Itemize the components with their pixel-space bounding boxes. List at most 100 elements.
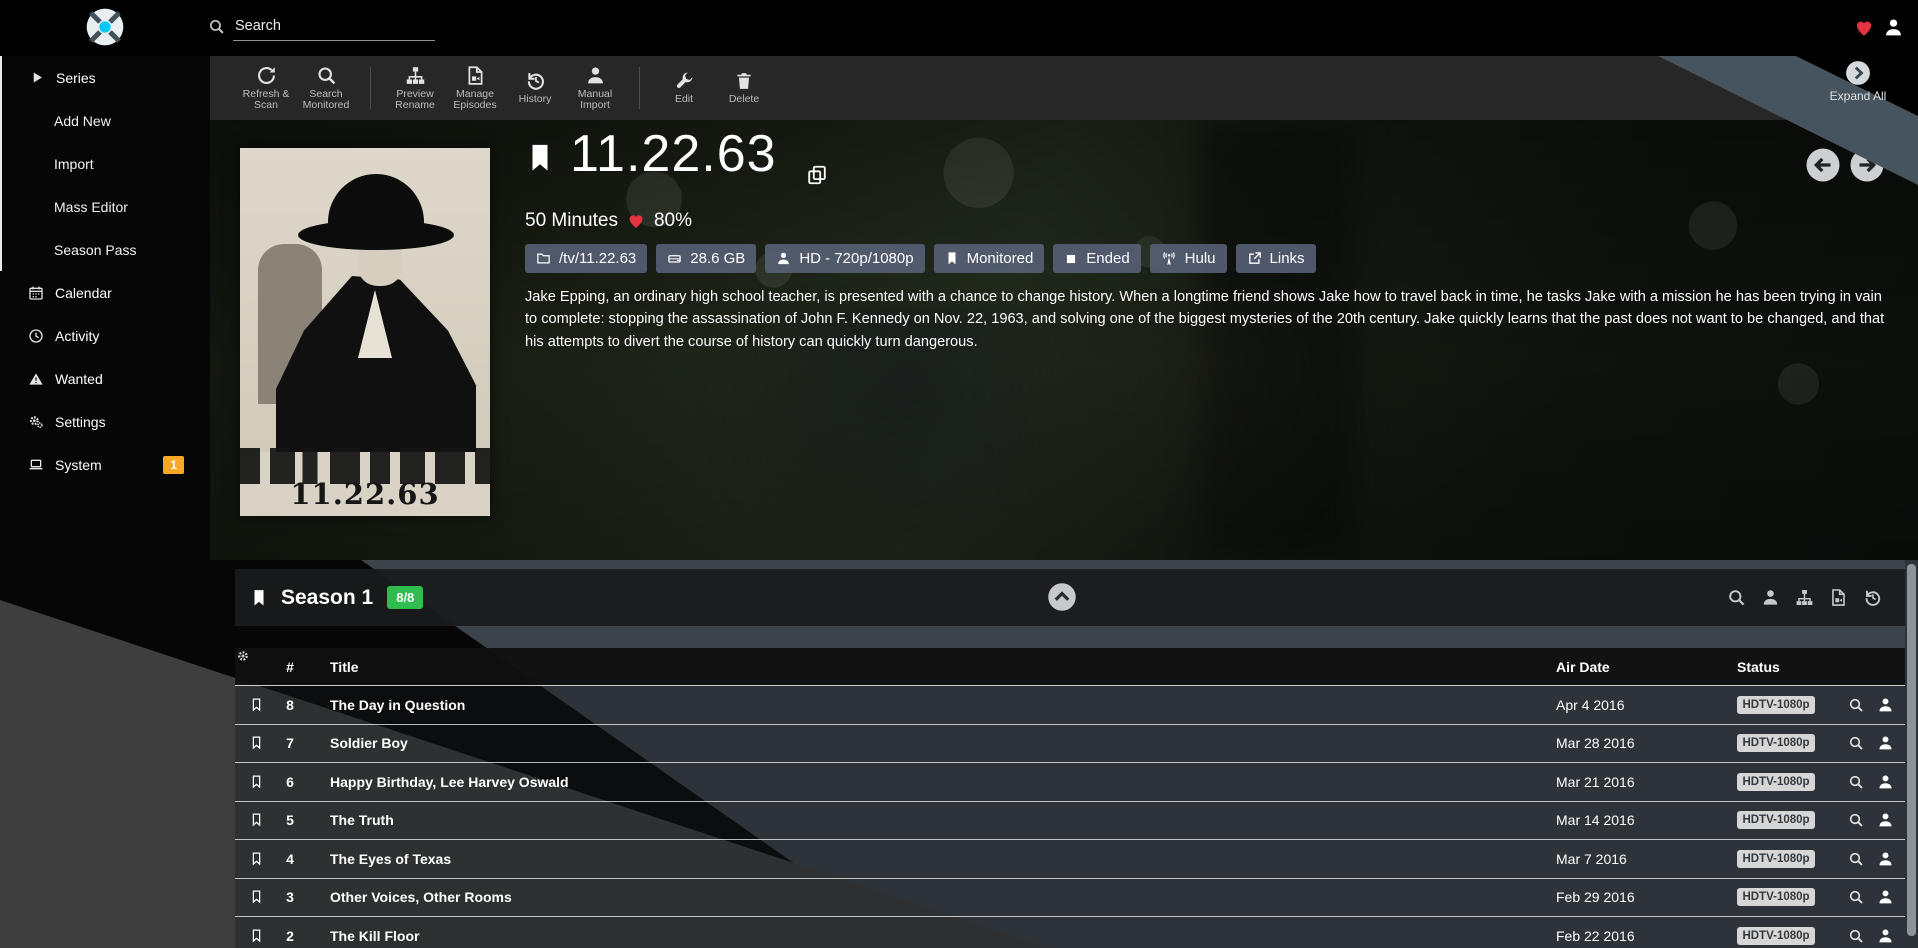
episode-title[interactable]: The Kill Floor <box>330 928 419 944</box>
episode-number: 4 <box>279 851 301 867</box>
delete-button[interactable]: Delete <box>714 71 774 106</box>
next-series-arrow[interactable] <box>1849 147 1885 183</box>
season-monitored-bookmark-icon[interactable] <box>250 586 268 610</box>
scrollbar-thumb[interactable] <box>1907 564 1916 936</box>
sidebar-item-activity[interactable]: Activity <box>0 314 210 357</box>
toolbar-button-label: Edit <box>675 94 693 106</box>
episode-interactive-search-icon[interactable] <box>1877 889 1894 906</box>
episode-title[interactable]: The Day in Question <box>330 697 465 713</box>
history-button[interactable]: History <box>505 70 565 106</box>
episode-title[interactable]: Happy Birthday, Lee Harvey Oswald <box>330 774 569 790</box>
episode-monitored-bookmark-icon[interactable] <box>249 811 264 830</box>
season-title: Season 1 <box>281 586 373 610</box>
episode-search-icon[interactable] <box>1848 735 1864 751</box>
sidebar-item-add-new[interactable]: Add New <box>2 99 210 142</box>
series-path: /tv/11.22.63 <box>559 250 636 267</box>
file-video-icon <box>465 65 486 86</box>
sidebar-item-import[interactable]: Import <box>2 142 210 185</box>
season-file-video-icon[interactable] <box>1829 588 1848 607</box>
table-row[interactable]: 4 The Eyes of Texas Mar 7 2016 HDTV-1080… <box>235 840 1918 879</box>
episode-monitored-bookmark-icon[interactable] <box>249 734 264 753</box>
season-interactive-search-icon[interactable] <box>1761 588 1780 607</box>
edit-button[interactable]: Edit <box>654 71 714 106</box>
sidebar-item-system[interactable]: System 1 <box>0 443 210 486</box>
episode-title[interactable]: The Eyes of Texas <box>330 851 451 867</box>
table-row[interactable]: 6 Happy Birthday, Lee Harvey Oswald Mar … <box>235 763 1918 802</box>
sidebar-item-season-pass[interactable]: Season Pass <box>2 228 210 271</box>
sidebar-item-wanted[interactable]: Wanted <box>0 357 210 400</box>
episode-air-date: Mar 21 2016 <box>1556 774 1635 790</box>
episode-search-icon[interactable] <box>1848 774 1864 790</box>
sidebar-item-label: Import <box>54 156 94 172</box>
episode-monitored-bookmark-icon[interactable] <box>249 849 264 868</box>
hard-drive-icon <box>667 251 682 266</box>
top-bar <box>0 0 1918 56</box>
episode-air-date: Mar 14 2016 <box>1556 812 1635 828</box>
search-input[interactable] <box>233 14 435 41</box>
episode-search-icon[interactable] <box>1848 851 1864 867</box>
column-header-status: Status <box>1737 659 1780 675</box>
links-chip[interactable]: Links <box>1236 244 1316 273</box>
system-health-badge: 1 <box>163 456 184 474</box>
episode-monitored-bookmark-icon[interactable] <box>249 772 264 791</box>
table-options-gear-icon[interactable] <box>235 648 251 664</box>
series-meta: 50 Minutes 80% <box>525 210 692 232</box>
toolbar-button-label: History <box>519 94 552 106</box>
sidebar-item-settings[interactable]: Settings <box>0 400 210 443</box>
calendar-icon <box>28 285 44 301</box>
season-rename-sitemap-icon[interactable] <box>1795 588 1814 607</box>
episode-interactive-search-icon[interactable] <box>1877 696 1894 713</box>
search-monitored-button[interactable]: Search Monitored <box>296 65 356 112</box>
episode-monitored-bookmark-icon[interactable] <box>249 888 264 907</box>
collapse-season-chevron-up-icon[interactable] <box>1047 582 1077 612</box>
sidebar-item-series[interactable]: Series <box>2 56 210 99</box>
table-row[interactable]: 7 Soldier Boy Mar 28 2016 HDTV-1080p <box>235 725 1918 764</box>
episode-title[interactable]: The Truth <box>330 812 394 828</box>
episode-number: 2 <box>279 928 301 944</box>
broadcast-tower-icon <box>1161 251 1177 267</box>
expand-all-button[interactable]: Expand All <box>1820 60 1896 103</box>
table-row[interactable]: 8 The Day in Question Apr 4 2016 HDTV-10… <box>235 686 1918 725</box>
donate-heart-icon[interactable] <box>1854 18 1874 38</box>
season-history-icon[interactable] <box>1863 588 1882 607</box>
scrollbar-track[interactable] <box>1905 560 1918 948</box>
series-monitored-bookmark-icon[interactable] <box>525 138 555 178</box>
episode-search-icon[interactable] <box>1848 697 1864 713</box>
episode-search-icon[interactable] <box>1848 928 1864 944</box>
manual-import-button[interactable]: Manual Import <box>565 65 625 112</box>
episode-monitored-bookmark-icon[interactable] <box>249 926 264 945</box>
manage-episodes-button[interactable]: Manage Episodes <box>445 65 505 112</box>
clock-icon <box>28 328 44 344</box>
episode-interactive-search-icon[interactable] <box>1877 735 1894 752</box>
episode-interactive-search-icon[interactable] <box>1877 812 1894 829</box>
sonarr-logo-icon[interactable] <box>85 7 125 47</box>
episode-search-icon[interactable] <box>1848 889 1864 905</box>
table-row[interactable]: 2 The Kill Floor Feb 22 2016 HDTV-1080p <box>235 917 1918 948</box>
episode-interactive-search-icon[interactable] <box>1877 927 1894 944</box>
series-monitored: Monitored <box>967 250 1034 267</box>
episode-title[interactable]: Other Voices, Other Rooms <box>330 889 512 905</box>
column-header-air-date: Air Date <box>1556 659 1610 675</box>
episode-quality-badge: HDTV-1080p <box>1737 927 1815 945</box>
refresh-scan-button[interactable]: Refresh & Scan <box>236 65 296 112</box>
user-icon[interactable] <box>1883 17 1904 38</box>
table-row[interactable]: 3 Other Voices, Other Rooms Feb 29 2016 … <box>235 879 1918 918</box>
series-size: 28.6 GB <box>690 250 745 267</box>
episode-interactive-search-icon[interactable] <box>1877 850 1894 867</box>
column-header-title: Title <box>330 659 359 675</box>
season-search-icon[interactable] <box>1727 588 1746 607</box>
path-chip: /tv/11.22.63 <box>525 244 647 273</box>
preview-rename-button[interactable]: Preview Rename <box>385 65 445 112</box>
person-icon <box>776 251 791 266</box>
episode-number: 7 <box>279 735 301 751</box>
previous-series-arrow[interactable] <box>1805 147 1841 183</box>
sidebar-item-calendar[interactable]: Calendar <box>0 271 210 314</box>
episode-interactive-search-icon[interactable] <box>1877 773 1894 790</box>
refresh-icon <box>256 65 277 86</box>
sidebar-item-mass-editor[interactable]: Mass Editor <box>2 185 210 228</box>
episode-search-icon[interactable] <box>1848 812 1864 828</box>
alternate-titles-copy-icon[interactable] <box>806 164 828 186</box>
table-row[interactable]: 5 The Truth Mar 14 2016 HDTV-1080p <box>235 802 1918 841</box>
episode-title[interactable]: Soldier Boy <box>330 735 408 751</box>
episode-monitored-bookmark-icon[interactable] <box>249 695 264 714</box>
